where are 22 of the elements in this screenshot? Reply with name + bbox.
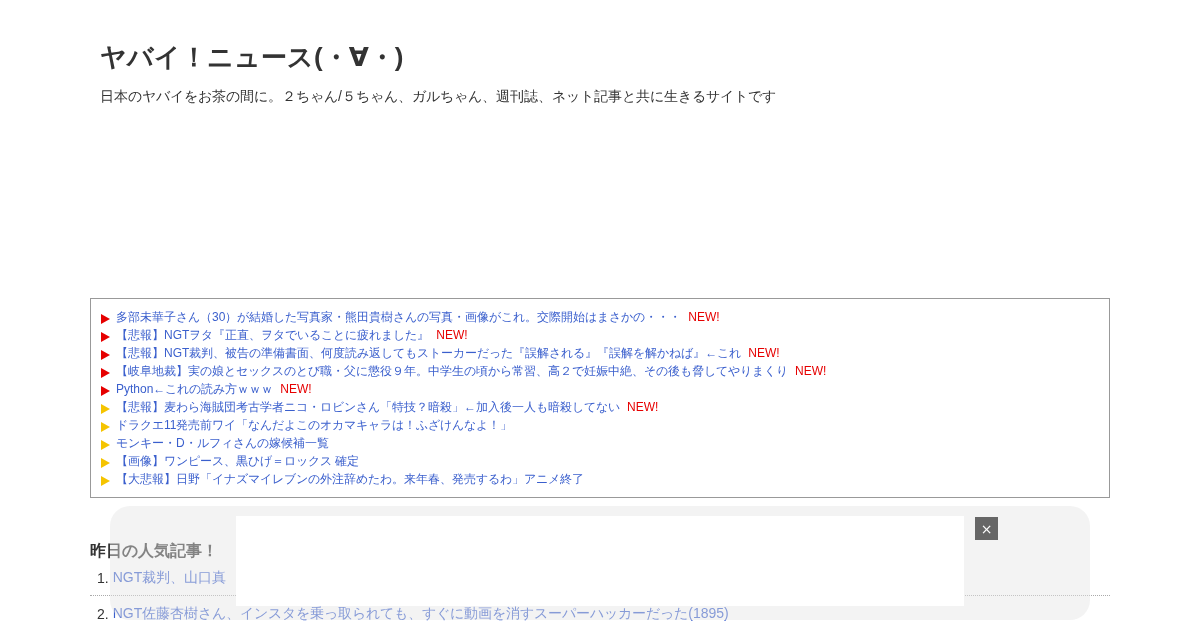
item-number: 1. (97, 569, 109, 586)
site-description: 日本のヤバイをお茶の間に。２ちゃん/５ちゃん、ガルちゃん、週刊誌、ネット記事と共に生きるサイトです (100, 88, 777, 106)
news-link[interactable]: 【大悲報】日野「イナズマイレブンの外注辞めたわ。来年春、発売するわ」アニメ終了 (116, 470, 584, 488)
new-label: NEW! (688, 310, 720, 324)
news-link[interactable]: モンキー・D・ルフィさんの嫁候補一覧 (116, 434, 329, 452)
news-link[interactable]: 【悲報】NGTヲタ『正直、ヲタでいることに疲れました』 (116, 326, 430, 344)
news-link[interactable]: 多部未華子さん（30）が結婚した写真家・熊田貴樹さんの写真・画像がこれ。交際開始はまさかの・・・ (116, 308, 682, 326)
news-link[interactable]: 【悲報】NGT裁判、被告の準備書面、何度読み返してもストーカーだった『誤解される』『誤解を解かねば』←これ (116, 344, 742, 362)
new-label: NEW! (280, 382, 312, 396)
close-button[interactable]: × (975, 517, 998, 540)
new-label: NEW! (627, 400, 659, 414)
site-title: ヤバイ！ニュース(・∀・) (100, 41, 405, 74)
new-label: NEW! (795, 364, 827, 378)
item-number: 2. (97, 606, 109, 622)
new-label: NEW! (748, 346, 780, 360)
popular-heading: 昨日の人気記事！ (90, 542, 219, 560)
new-label: NEW! (436, 328, 468, 342)
news-link[interactable]: Python←これの読み方ｗｗｗ (116, 380, 274, 398)
news-link[interactable]: 【画像】ワンピース、黒ひげ＝ロックス 確定 (116, 452, 360, 470)
news-link[interactable]: 【岐阜地裁】実の娘とセックスのとび職・父に懲役９年。中学生の頃から常習、高２で妊娠中絶、その後も脅してやりまくり (116, 362, 788, 380)
news-link[interactable]: ドラクエ11発売前ワイ「なんだよこのオカマキャラは！ふざけんなよ！」 (116, 416, 513, 434)
news-link[interactable]: 【悲報】麦わら海賊団考古学者ニコ・ロビンさん「特技？暗殺」←加入後一人も暗殺してない (116, 398, 620, 416)
